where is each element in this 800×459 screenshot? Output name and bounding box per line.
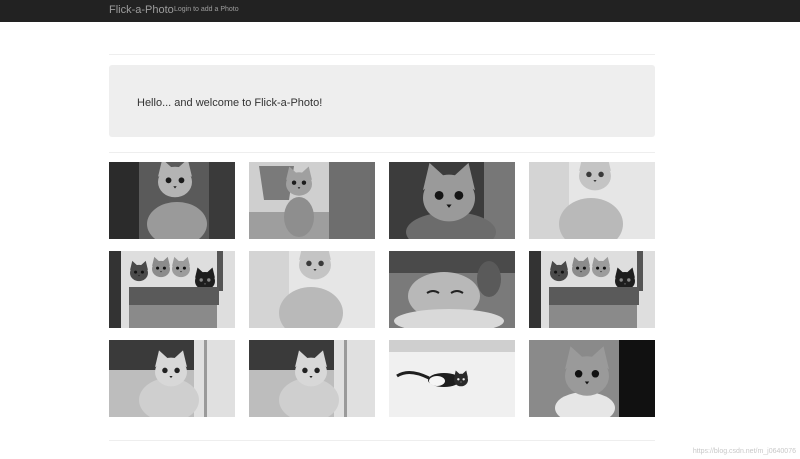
- sleeping-kitten-image: [389, 251, 515, 328]
- watermark-text: https://blog.csdn.net/m_j0640076: [692, 448, 796, 455]
- photo-thumbnail[interactable]: [389, 251, 515, 328]
- photo-thumbnail[interactable]: [109, 251, 235, 328]
- login-link[interactable]: Login to add a Photo: [174, 6, 239, 13]
- kitten-on-dark-background-image: [529, 340, 655, 417]
- photo-thumbnail[interactable]: [249, 251, 375, 328]
- photo-thumbnail[interactable]: [529, 340, 655, 417]
- kitten-in-snow-image: [389, 340, 515, 417]
- kitten-by-doorway-image: [109, 340, 235, 417]
- photo-thumbnail[interactable]: [109, 162, 235, 239]
- kitten-by-doorway-image: [249, 340, 375, 417]
- photo-thumbnail[interactable]: [389, 340, 515, 417]
- kitten-sitting-image: [109, 162, 235, 239]
- photo-thumbnail[interactable]: [529, 162, 655, 239]
- welcome-text: Hello... and welcome to Flick-a-Photo!: [137, 97, 323, 109]
- photo-thumbnail[interactable]: [249, 162, 375, 239]
- photo-thumbnail[interactable]: [389, 162, 515, 239]
- white-kitten-image: [529, 162, 655, 239]
- photo-thumbnail[interactable]: [529, 251, 655, 328]
- brand-link[interactable]: Flick-a-Photo: [109, 4, 174, 16]
- kittens-in-basket-image: [529, 251, 655, 328]
- divider-middle: [109, 152, 655, 153]
- kittens-in-basket-image: [109, 251, 235, 328]
- welcome-jumbotron: Hello... and welcome to Flick-a-Photo!: [109, 65, 655, 137]
- photo-thumbnail[interactable]: [249, 340, 375, 417]
- divider-bottom: [109, 440, 655, 441]
- kitten-face-closeup-image: [389, 162, 515, 239]
- white-kitten-image: [249, 251, 375, 328]
- divider-top: [109, 54, 655, 55]
- photo-thumbnail[interactable]: [109, 340, 235, 417]
- tabby-kitten-by-pot-image: [249, 162, 375, 239]
- navbar: Flick-a-Photo Login to add a Photo: [0, 0, 800, 22]
